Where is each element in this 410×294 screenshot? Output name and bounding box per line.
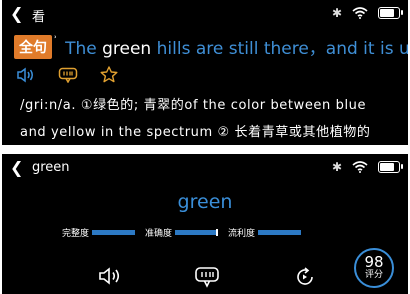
system-icons: ✱ (331, 160, 403, 174)
score-label: 准确度 (145, 229, 173, 239)
pronunciation-toolbar (98, 266, 348, 288)
sentence-row: 全句 ʾ The green hills are still there，and… (14, 34, 408, 59)
sentence-highlight-word[interactable]: green (102, 39, 151, 59)
completeness-bar (92, 230, 136, 235)
score-completeness: 完整度 (62, 226, 136, 239)
score-label: 流利度 (228, 229, 256, 239)
status-bar: ❮ 看 ✱ (2, 0, 408, 28)
battery-icon (378, 7, 403, 19)
speaker-icon[interactable] (16, 67, 36, 83)
score-badge: 98 评分 (354, 248, 394, 288)
translate-bubble-icon[interactable] (194, 266, 220, 288)
full-sentence-badge[interactable]: 全句 (14, 34, 52, 59)
system-icons: ✱ (331, 6, 403, 20)
score-bars: 完整度 准确度 流利度 (62, 226, 302, 239)
status-bar: ❮ green ✱ (2, 154, 408, 182)
sentence-after: hills are still there，and it is u (151, 39, 408, 59)
back-arrow-icon[interactable]: ❮ (10, 158, 23, 177)
replay-icon[interactable] (294, 266, 316, 288)
definition-line-2: and yellow in the spectrum ② 长着青草或其他植物的 (20, 125, 371, 140)
score-value: 98 (364, 253, 384, 271)
translate-bubble-icon[interactable] (58, 67, 78, 83)
accuracy-marker (216, 229, 219, 236)
back-label[interactable]: green (32, 160, 70, 175)
wifi-icon (352, 7, 368, 19)
word-definition: /gri:n/a. ①绿色的; 青翠的of the color between … (20, 92, 371, 145)
sentence-toolbar (16, 66, 118, 83)
bluetooth-icon: ✱ (331, 6, 342, 20)
fluency-bar (258, 230, 302, 235)
star-icon[interactable] (100, 66, 118, 83)
score-accuracy: 准确度 (145, 226, 219, 239)
sentence-text: The green hills are still there，and it i… (65, 34, 408, 59)
speaker-icon[interactable] (98, 266, 124, 286)
sentence-panel: ❮ 看 ✱ 全句 ʾ The green hills are still the… (2, 0, 408, 145)
accuracy-bar (175, 229, 219, 236)
badge-mark: ʾ (54, 35, 58, 46)
score-label: 评分 (364, 270, 383, 280)
back-arrow-icon[interactable]: ❮ (10, 4, 23, 23)
score-label: 完整度 (62, 229, 90, 239)
back-label[interactable]: 看 (32, 6, 45, 25)
battery-icon (378, 161, 403, 173)
definition-line-1: /gri:n/a. ①绿色的; 青翠的of the color between … (20, 98, 367, 113)
sentence-before: The (65, 39, 103, 59)
pronunciation-panel: ❮ green ✱ green 完整度 准确度 流利度 98 评分 (2, 154, 408, 294)
score-fluency: 流利度 (228, 226, 302, 239)
wifi-icon (352, 161, 368, 173)
word-title: green (177, 191, 233, 213)
bluetooth-icon: ✱ (331, 160, 342, 174)
